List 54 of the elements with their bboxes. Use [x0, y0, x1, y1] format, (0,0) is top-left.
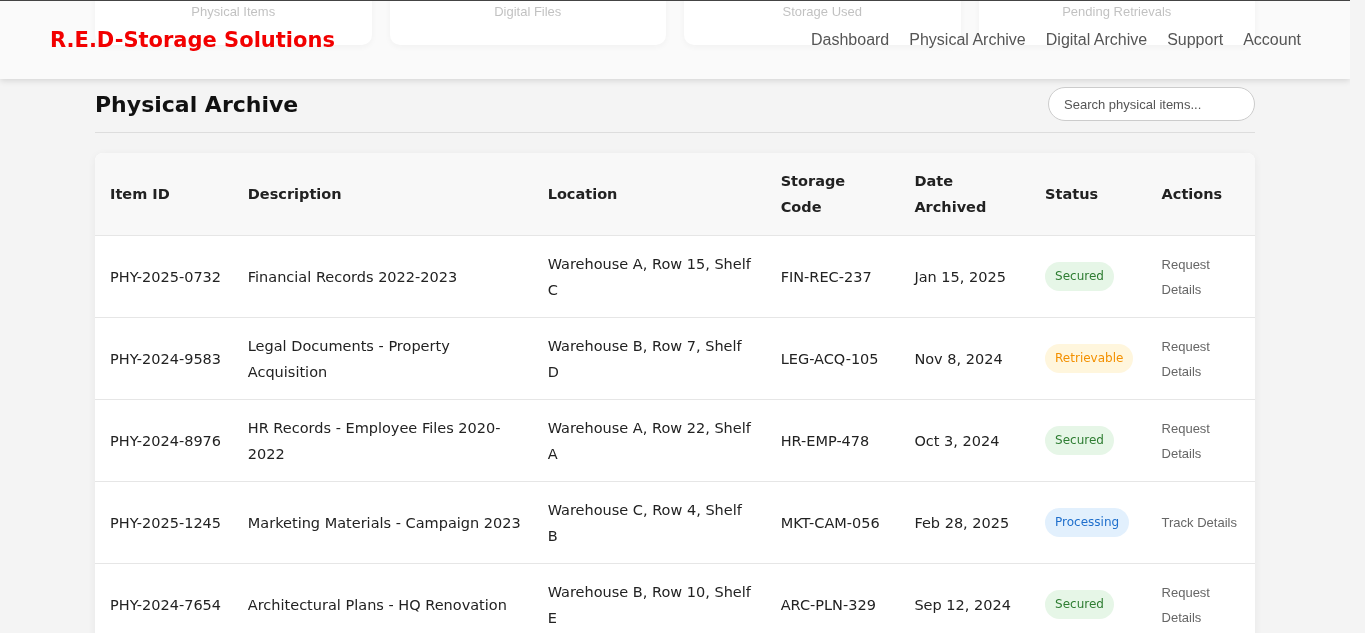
nav-link[interactable]: Digital Archive [1045, 31, 1148, 49]
table-cell: Financial Records 2022-2023 [232, 235, 533, 318]
nav-link[interactable]: Physical Archive [909, 31, 1026, 49]
page-title: Physical Archive [95, 91, 299, 117]
table-cell: PHY-2025-0732 [95, 235, 233, 318]
status-badge: Secured [1045, 590, 1114, 619]
table-cell: PHY-2024-9583 [95, 317, 233, 400]
table-cell: Marketing Materials - Campaign 2023 [232, 481, 533, 564]
table-cell: LEG-ACQ-105 [765, 317, 900, 400]
action-link[interactable]: Request Details [1161, 415, 1245, 466]
table-cell: PHY-2024-7654 [95, 563, 233, 633]
stat-label: Physical Items [191, 4, 276, 19]
table-cell: MKT-CAM-056 [765, 481, 900, 564]
search-field[interactable]: Search physical items... [1048, 87, 1255, 121]
table-cell: ARC-PLN-329 [765, 563, 900, 633]
table-cell: PHY-2025-1245 [95, 481, 233, 564]
table-cell: Sep 12, 2024 [899, 563, 1031, 633]
stat-label: Storage Used [782, 4, 862, 19]
action-link[interactable]: Request Details [1161, 579, 1245, 630]
table-cell: HR Records - Employee Files 2020-2022 [232, 399, 533, 482]
action-link[interactable]: Track Details [1161, 510, 1245, 535]
table-cell: HR-EMP-478 [765, 399, 900, 482]
table-cell: Warehouse C, Row 4, Shelf B [532, 481, 766, 564]
logo-text: R.E.D-Storage Solutions [50, 28, 335, 52]
action-link[interactable]: Request Details [1161, 333, 1245, 384]
stat-label: Pending Retrievals [1062, 4, 1172, 19]
table-cell: Legal Documents - Property Acquisition [232, 317, 533, 400]
column-header: Item ID [95, 153, 233, 236]
nav-link[interactable]: Account [1243, 31, 1301, 49]
nav-link[interactable]: Dashboard [811, 31, 890, 49]
table-cell: FIN-REC-237 [765, 235, 900, 318]
table-cell: Warehouse B, Row 10, Shelf E [532, 563, 766, 633]
column-header: Storage Code [765, 153, 900, 236]
table-cell: Warehouse B, Row 7, Shelf D [532, 317, 766, 400]
table-cell: Warehouse A, Row 15, Shelf C [532, 235, 766, 318]
table-cell: Warehouse A, Row 22, Shelf A [532, 399, 766, 482]
table-cell: Oct 3, 2024 [899, 399, 1031, 482]
column-header: Description [232, 153, 533, 236]
table-cell: Nov 8, 2024 [899, 317, 1031, 400]
status-badge: Secured [1045, 426, 1114, 455]
status-badge: Processing [1045, 508, 1130, 537]
column-header: Actions [1146, 153, 1255, 236]
column-header: Date Archived [899, 153, 1031, 236]
table-cell: Architectural Plans - HQ Renovation [232, 563, 533, 633]
column-header: Status [1030, 153, 1147, 236]
column-header: Location [532, 153, 766, 236]
action-link[interactable]: Request Details [1161, 251, 1245, 302]
table-cell: Jan 15, 2025 [899, 235, 1031, 318]
stat-label: Digital Files [494, 4, 562, 19]
table-cell: PHY-2024-8976 [95, 399, 233, 482]
nav-link[interactable]: Support [1167, 31, 1224, 49]
status-badge: Retrievable [1045, 344, 1134, 373]
table-cell: Feb 28, 2025 [899, 481, 1031, 564]
status-badge: Secured [1045, 262, 1114, 291]
